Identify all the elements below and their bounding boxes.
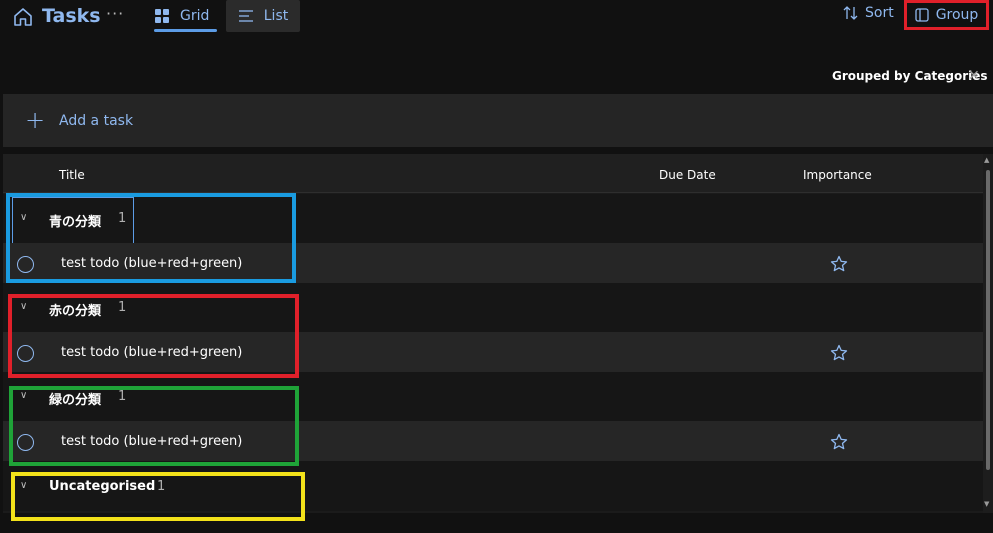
column-header-title[interactable]: Title — [59, 168, 85, 182]
highlight-green-box — [9, 386, 299, 466]
tab-grid[interactable]: Grid — [154, 0, 217, 32]
tab-list-label: List — [263, 8, 289, 24]
tab-grid-label: Grid — [180, 8, 210, 24]
scrollbar-thumb[interactable] — [986, 170, 990, 470]
sort-icon — [843, 6, 858, 20]
scroll-up-icon[interactable]: ▲ — [984, 156, 989, 164]
group-label: Group — [935, 7, 979, 23]
column-header-due-date[interactable]: Due Date — [659, 168, 716, 182]
sort-button[interactable]: Sort — [843, 5, 894, 21]
scroll-down-icon[interactable]: ▼ — [984, 500, 989, 508]
active-tab-indicator — [154, 29, 217, 32]
column-header-importance[interactable]: Importance — [803, 168, 872, 182]
star-icon[interactable] — [830, 344, 848, 362]
grid-icon — [155, 9, 169, 23]
star-icon[interactable] — [830, 255, 848, 273]
highlight-red-box — [8, 294, 299, 378]
more-options-icon[interactable]: ··· — [106, 4, 124, 23]
add-task-bar[interactable] — [3, 94, 993, 147]
grouping-status: Grouped by Categories — [832, 69, 988, 83]
tab-list[interactable]: List — [226, 0, 300, 32]
group-icon — [915, 8, 929, 22]
page-title: Tasks — [42, 5, 101, 27]
highlight-blue-box — [6, 193, 296, 283]
sort-label: Sort — [865, 5, 894, 21]
highlight-yellow-box — [11, 472, 305, 521]
list-icon — [238, 10, 253, 22]
group-button[interactable]: Group — [904, 0, 989, 30]
close-icon[interactable]: ✕ — [968, 68, 980, 84]
home-icon[interactable] — [12, 6, 34, 28]
star-icon[interactable] — [830, 433, 848, 451]
plus-icon[interactable]: + — [25, 106, 45, 134]
add-task-input[interactable]: Add a task — [59, 113, 133, 129]
